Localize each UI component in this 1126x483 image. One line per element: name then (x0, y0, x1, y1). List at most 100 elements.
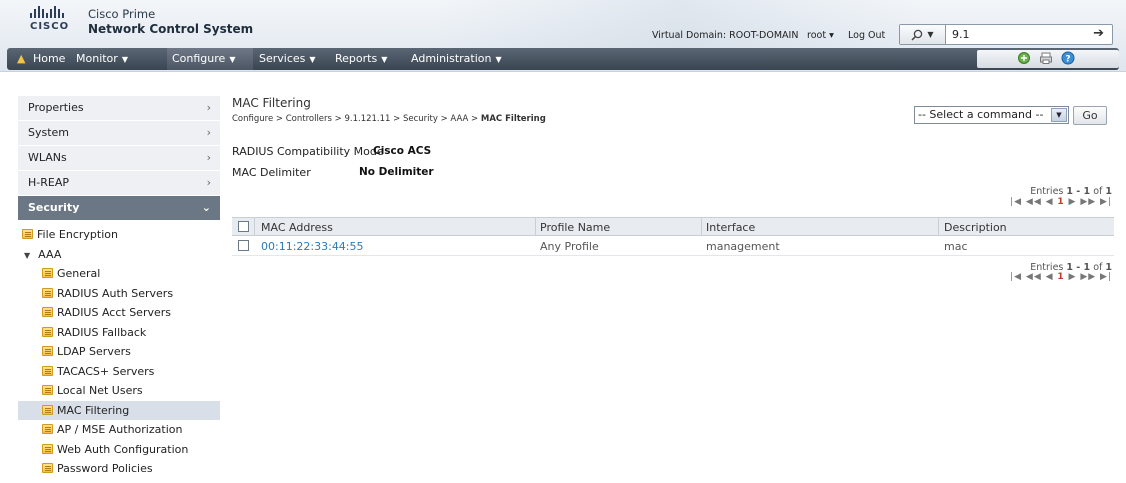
sidebar-item-ldap[interactable]: LDAP Servers (18, 342, 220, 362)
network-icon[interactable] (1017, 51, 1031, 65)
chevron-right-icon: › (206, 101, 211, 114)
nav-home[interactable]: ▲ Home (17, 52, 65, 65)
folder-icon (42, 268, 53, 278)
folder-icon (42, 326, 53, 337)
virtual-domain-label: Virtual Domain: ROOT-DOMAIN (652, 30, 799, 41)
sidebar-item-general[interactable]: General (18, 264, 220, 284)
main-nav: ▲ Home Monitor ▼ Configure ▼ Services ▼ Rep… (7, 48, 1119, 70)
sidebar-item-label: LDAP Servers (57, 345, 131, 358)
chevron-right-icon: › (206, 151, 211, 164)
sidebar-item-tacacs[interactable]: TACACS+ Servers (18, 362, 220, 382)
entries-range: 1 - 1 (1066, 186, 1091, 197)
page-title: MAC Filtering (232, 96, 311, 110)
sidebar-section-hreap[interactable]: H-REAP › (18, 171, 220, 196)
profile-name-cell: Any Profile (540, 240, 599, 253)
nav-administration[interactable]: Administration ▼ (411, 52, 502, 65)
brand-line-2: Network Control System (88, 22, 254, 36)
column-header-description[interactable]: Description (944, 221, 1007, 234)
chevron-down-icon: ▼ (229, 55, 236, 64)
sidebar-item-web-auth-config[interactable]: Web Auth Configuration (18, 440, 220, 460)
sidebar-item-label: General (57, 267, 101, 280)
logout-link[interactable]: Log Out (848, 30, 885, 41)
nav-reports[interactable]: Reports ▼ (335, 52, 387, 65)
entries-total: 1 (1105, 186, 1112, 197)
go-button[interactable]: Go (1073, 106, 1107, 125)
cisco-logo-bars (30, 6, 70, 18)
breadcrumb-path[interactable]: Configure > Controllers > 9.1.121.11 > S… (232, 114, 481, 124)
help-icon[interactable]: ? (1061, 51, 1075, 65)
sidebar-section-system[interactable]: System › (18, 121, 220, 146)
sidebar-item-radius-auth[interactable]: RADIUS Auth Servers (18, 284, 220, 304)
sidebar-section-wlans[interactable]: WLANs › (18, 146, 220, 171)
nav-services[interactable]: Services ▼ (259, 52, 316, 65)
chevron-down-icon: ▼ (927, 30, 934, 39)
search-scope-button[interactable]: ▼ (900, 25, 946, 44)
column-header-interface[interactable]: Interface (706, 221, 755, 234)
folder-icon (42, 443, 53, 454)
pager-next-icons[interactable]: ▶ ▶▶ ▶| (1065, 197, 1112, 207)
sidebar-item-label: AAA (38, 247, 62, 261)
row-checkbox[interactable] (238, 240, 249, 251)
table-row: 00:11:22:33:44:55 Any Profile management… (232, 236, 1114, 256)
sidebar-section-label: Security (28, 201, 80, 214)
folder-icon (42, 307, 53, 317)
sidebar-section-properties[interactable]: Properties › (18, 96, 220, 121)
nav-configure[interactable]: Configure ▼ (172, 52, 235, 65)
sidebar-section-label: WLANs (28, 151, 67, 164)
mac-address-link[interactable]: 00:11:22:33:44:55 (261, 240, 364, 253)
arrow-right-icon[interactable]: ➔ (1093, 26, 1104, 41)
pager-next-icons[interactable]: ▶ ▶▶ ▶| (1065, 272, 1112, 282)
entries-count-top: Entries 1 - 1 of 1 (1030, 186, 1112, 197)
sidebar-item-radius-fallback[interactable]: RADIUS Fallback (18, 323, 220, 343)
sidebar-group-aaa[interactable]: ▼ AAA (18, 245, 220, 265)
sidebar-section-security[interactable]: Security ⌄ (18, 196, 220, 221)
chevron-down-icon: ▼ (121, 55, 128, 64)
sidebar-item-file-encryption[interactable]: File Encryption (18, 225, 220, 245)
sidebar-item-label: MAC Filtering (57, 403, 130, 417)
chevron-down-icon: ▼ (1051, 108, 1067, 122)
sidebar-item-password-policies[interactable]: Password Policies (18, 459, 220, 479)
chevron-down-icon: ▼ (381, 55, 388, 64)
search-input[interactable]: 9.1 (952, 28, 970, 41)
pager-current-page[interactable]: 1 (1057, 197, 1064, 207)
print-icon[interactable] (1039, 51, 1053, 65)
column-header-mac[interactable]: MAC Address (261, 221, 333, 234)
sidebar-item-label: AP / MSE Authorization (57, 423, 183, 436)
left-sidebar: Properties › System › WLANs › H-REAP › S… (18, 96, 220, 479)
pagination-bottom[interactable]: |◀ ◀◀ ◀ 1 ▶ ▶▶ ▶| (1010, 272, 1112, 282)
search-box: ▼ 9.1 ➔ (899, 24, 1113, 45)
expanded-triangle-icon: ▼ (24, 250, 31, 260)
sidebar-item-label: Local Net Users (57, 384, 143, 397)
folder-icon (42, 365, 53, 376)
chevron-down-icon: ▼ (309, 55, 316, 64)
nav-reports-label: Reports (335, 52, 378, 65)
select-all-checkbox[interactable] (238, 221, 249, 232)
sidebar-item-mac-filtering[interactable]: MAC Filtering (18, 400, 220, 420)
folder-icon (42, 424, 53, 434)
sidebar-item-ap-mse-authorization[interactable]: AP / MSE Authorization (18, 420, 220, 440)
chevron-right-icon: › (206, 176, 211, 189)
pager-prev-icons[interactable]: |◀ ◀◀ ◀ (1010, 197, 1057, 207)
column-header-profile[interactable]: Profile Name (540, 221, 610, 234)
chevron-right-icon: › (206, 126, 211, 139)
column-divider (701, 218, 702, 235)
table-header: MAC Address Profile Name Interface Descr… (232, 217, 1114, 236)
pager-prev-icons[interactable]: |◀ ◀◀ ◀ (1010, 272, 1057, 282)
sidebar-section-label: Properties (28, 101, 84, 114)
mac-filter-table: MAC Address Profile Name Interface Descr… (232, 217, 1114, 256)
user-menu[interactable]: root ▾ (807, 30, 834, 41)
command-select[interactable]: -- Select a command -- ▼ (914, 106, 1069, 124)
column-divider (254, 218, 255, 235)
cisco-logo-text: CISCO (30, 21, 70, 32)
home-icon: ▲ (17, 52, 26, 65)
cisco-logo: CISCO (30, 6, 70, 42)
command-select-value: -- Select a command -- (918, 108, 1044, 121)
sidebar-item-local-net-users[interactable]: Local Net Users (18, 381, 220, 401)
sidebar-item-radius-acct[interactable]: RADIUS Acct Servers (18, 303, 220, 323)
pager-current-page[interactable]: 1 (1057, 272, 1064, 282)
sidebar-item-label: RADIUS Fallback (57, 325, 147, 339)
entries-of: of (1090, 186, 1106, 197)
app-header: CISCO Cisco Prime Network Control System… (0, 0, 1126, 72)
nav-monitor[interactable]: Monitor ▼ (76, 52, 128, 65)
pagination-top[interactable]: |◀ ◀◀ ◀ 1 ▶ ▶▶ ▶| (1010, 197, 1112, 207)
